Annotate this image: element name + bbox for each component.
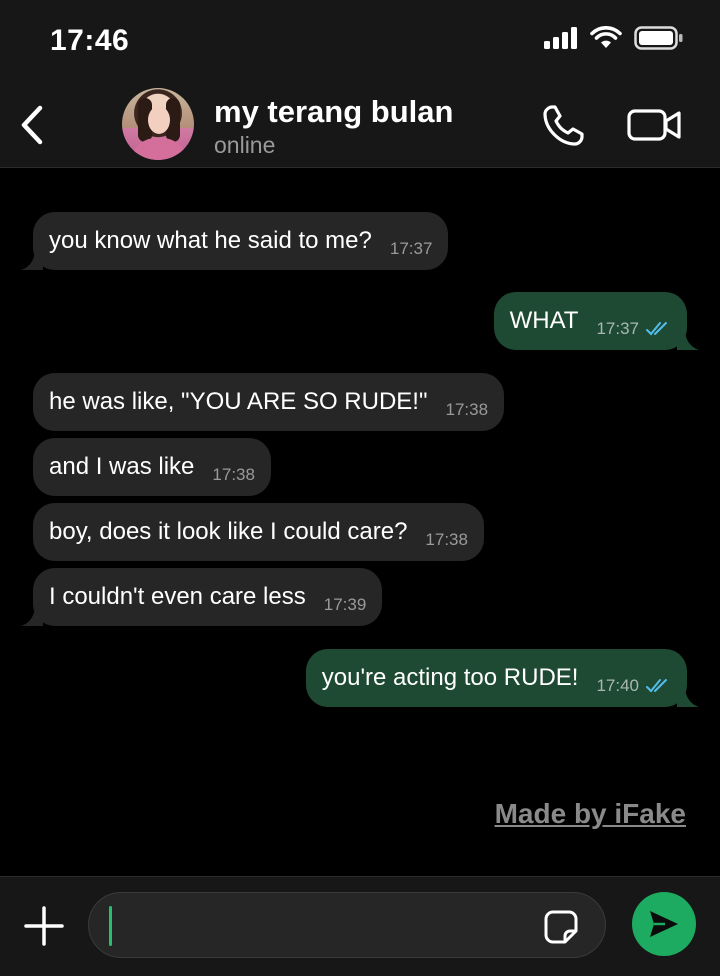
- status-bar: 17:46: [0, 0, 720, 82]
- message-bubble-incoming[interactable]: and I was like 17:38: [33, 438, 271, 496]
- status-icons: [544, 26, 684, 50]
- video-camera-icon[interactable]: [626, 105, 682, 145]
- message-bubble-incoming[interactable]: boy, does it look like I could care? 17:…: [33, 503, 484, 561]
- message-time: 17:38: [445, 400, 489, 419]
- message-time: 17:38: [212, 465, 255, 484]
- message-text: you're acting too RUDE!: [321, 664, 579, 691]
- status-time: 17:46: [50, 24, 130, 57]
- message-bubble-outgoing[interactable]: WHAT 17:37: [493, 292, 699, 350]
- message-text: I couldn't even care less: [49, 583, 306, 610]
- read-ticks-icon: [646, 322, 667, 336]
- sticker-icon[interactable]: [543, 909, 579, 945]
- message-bubble-outgoing[interactable]: you're acting too RUDE! 17:40: [305, 649, 699, 707]
- phone-icon[interactable]: [540, 101, 588, 149]
- message-text: WHAT: [509, 307, 579, 334]
- signal-icon: [544, 27, 577, 49]
- back-chevron-icon[interactable]: [16, 104, 50, 146]
- message-time: 17:37: [389, 239, 433, 258]
- avatar[interactable]: [122, 88, 194, 160]
- composer-bar: [0, 876, 720, 976]
- message-text: and I was like: [49, 453, 195, 480]
- watermark-link[interactable]: Made by iFake: [495, 798, 686, 830]
- chat-header: my terang bulan online: [0, 82, 720, 168]
- contact-name[interactable]: my terang bulan: [214, 94, 453, 130]
- message-time: 17:40: [596, 676, 639, 695]
- message-text: he was like, "YOU ARE SO RUDE!": [49, 388, 428, 415]
- wifi-icon: [590, 26, 622, 48]
- message-bubble-incoming[interactable]: he was like, "YOU ARE SO RUDE!" 17:38: [33, 373, 505, 431]
- send-button[interactable]: [632, 892, 696, 956]
- message-bubble-incoming[interactable]: I couldn't even care less 17:39: [21, 568, 383, 626]
- message-bubble-incoming[interactable]: you know what he said to me? 17:37: [21, 212, 449, 270]
- message-input[interactable]: [88, 892, 606, 958]
- battery-icon: [634, 26, 683, 50]
- send-icon: [650, 911, 678, 937]
- message-time: 17:37: [596, 319, 639, 338]
- text-caret: [109, 906, 112, 946]
- message-text: you know what he said to me?: [49, 227, 372, 254]
- message-time: 17:39: [323, 595, 367, 614]
- message-time: 17:38: [425, 530, 468, 549]
- contact-status: online: [214, 132, 276, 158]
- chat-area[interactable]: you know what he said to me? 17:37 WHAT …: [0, 168, 720, 876]
- read-ticks-icon: [646, 679, 667, 693]
- plus-icon[interactable]: [22, 904, 66, 948]
- message-text: boy, does it look like I could care?: [49, 518, 408, 545]
